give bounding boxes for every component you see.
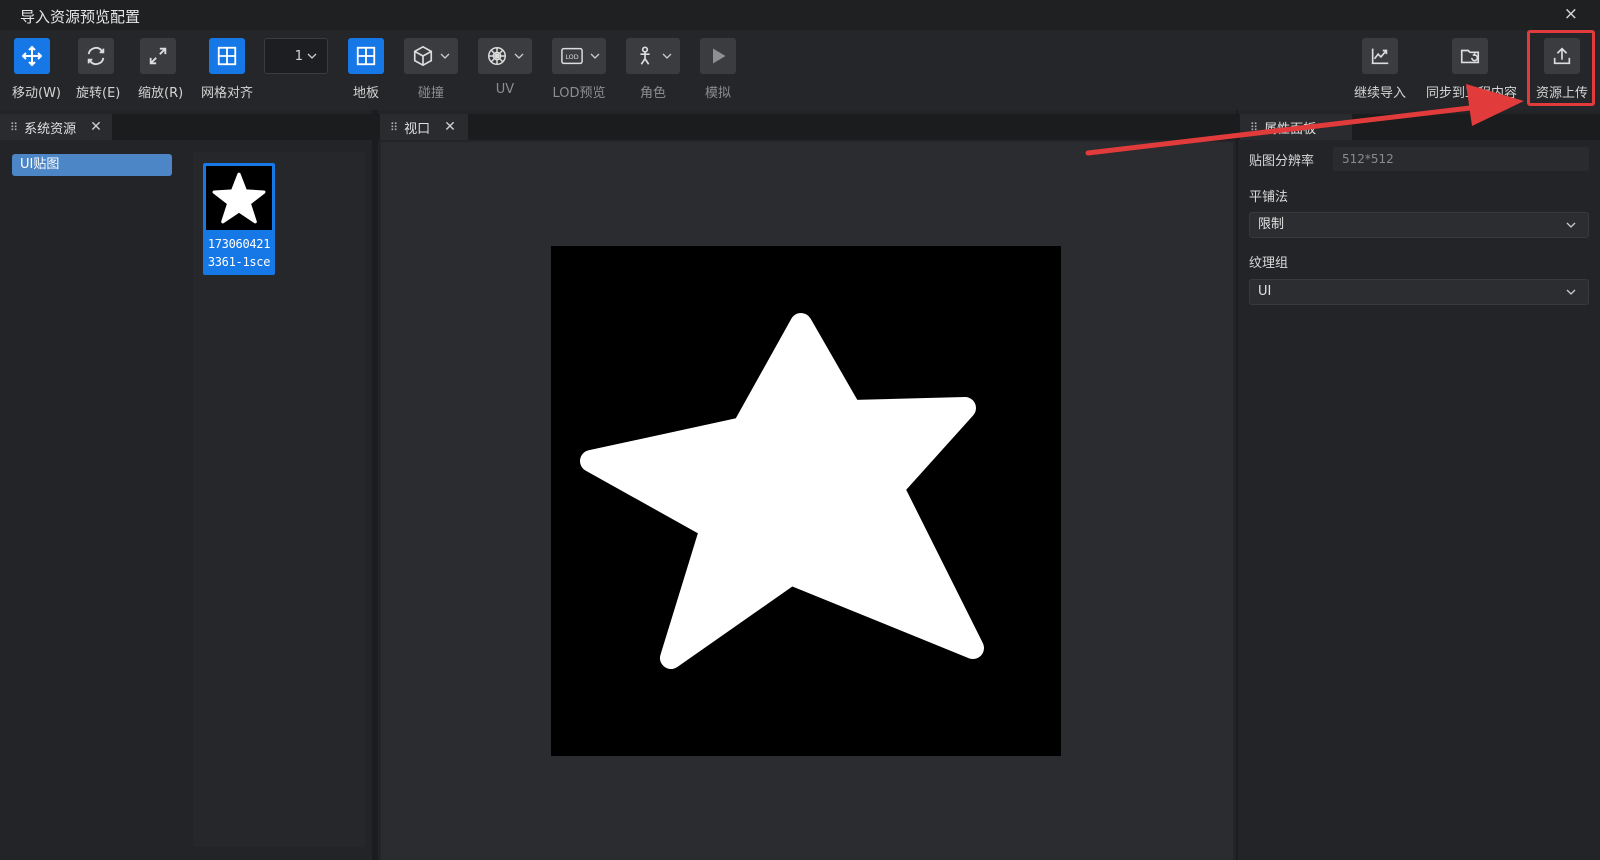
tab-viewport[interactable]: ⠿ 视口 ✕ [380, 114, 468, 140]
lod-icon: LOD [552, 38, 606, 74]
character-label: 角色 [639, 86, 666, 101]
chevron-down-icon [662, 53, 672, 59]
drag-grip-icon[interactable]: ⠿ [10, 121, 18, 134]
scale-tool-label: 缩放(R) [138, 86, 184, 101]
chevron-down-icon [590, 53, 600, 59]
chevron-down-icon [307, 53, 317, 59]
asset-thumbnail[interactable]: 173060421 3361-1sce [203, 163, 275, 275]
rotate-tool-label: 旋转(E) [76, 86, 121, 101]
character-dropdown[interactable]: 角色 [626, 38, 680, 101]
category-ui-texture[interactable]: UI贴图 [12, 154, 172, 176]
tiling-value: 限制 [1258, 217, 1285, 232]
lod-preview-label: LOD预览 [552, 86, 606, 101]
uv-dropdown[interactable]: UV [478, 38, 532, 97]
chevron-down-icon [440, 53, 450, 59]
tab-system-assets-label: 系统资源 [24, 121, 77, 137]
floor-toggle-button[interactable]: 地板 [346, 38, 386, 101]
move-tool-button[interactable]: 移动(W) [12, 38, 61, 101]
texture-group-value: UI [1258, 284, 1272, 299]
uv-label: UV [495, 82, 515, 97]
grid-snap-label: 网格对齐 [200, 86, 253, 101]
tab-viewport-label: 视口 [404, 121, 431, 137]
window-title: 导入资源预览配置 [20, 8, 141, 26]
floor-toggle-label: 地板 [352, 86, 379, 101]
simulate-button[interactable]: 模拟 [698, 38, 738, 101]
tab-properties-label: 属性面板 [1264, 121, 1317, 137]
collision-icon [404, 38, 458, 74]
star-texture-image [580, 313, 984, 669]
rotate-tool-button[interactable]: 旋转(E) [76, 38, 121, 101]
uv-icon [478, 38, 532, 74]
grid-size-select[interactable]: 1 [264, 38, 328, 74]
sync-to-project-button[interactable]: 同步到工程内容 [1426, 38, 1518, 101]
chevron-down-icon [1566, 222, 1576, 228]
lod-preview-dropdown[interactable]: LOD LOD预览 [552, 38, 606, 101]
chevron-down-icon [514, 53, 524, 59]
tiling-select[interactable]: 限制 [1249, 212, 1589, 238]
grid-size-value: 1 [294, 48, 303, 64]
panel-tab-bar [378, 114, 1236, 140]
asset-name-line1: 173060421 [207, 237, 271, 251]
move-tool-label: 移动(W) [12, 86, 61, 101]
scale-tool-button[interactable]: 缩放(R) [138, 38, 184, 101]
continue-import-label: 继续导入 [1353, 86, 1406, 101]
chevron-down-icon [1566, 289, 1576, 295]
resolution-label: 贴图分辨率 [1249, 154, 1315, 169]
sync-to-project-label: 同步到工程内容 [1426, 86, 1518, 101]
character-icon [626, 38, 680, 74]
folder-sync-icon [1452, 38, 1488, 74]
asset-name-line2: 3361-1sce [207, 255, 271, 269]
simulate-label: 模拟 [704, 86, 731, 101]
collision-label: 碰撞 [417, 86, 444, 101]
star-thumbnail-image [206, 166, 272, 230]
tab-system-assets[interactable]: ⠿ 系统资源 ✕ [0, 114, 112, 140]
close-icon[interactable]: × [1564, 4, 1578, 24]
play-icon [700, 38, 736, 74]
chart-import-icon [1362, 38, 1398, 74]
drag-grip-icon[interactable]: ⠿ [390, 121, 398, 134]
import-preview-window: 导入资源预览配置 × 移动(W) 旋转(E) 缩放(R) 网格对齐 1 地板 碰… [0, 0, 1600, 860]
texture-group-select[interactable]: UI [1249, 279, 1589, 305]
drag-grip-icon[interactable]: ⠿ [1250, 121, 1258, 134]
grid-icon [209, 38, 245, 74]
scale-icon [140, 38, 176, 74]
close-icon[interactable]: ✕ [90, 119, 102, 135]
title-bar: 导入资源预览配置 × [0, 0, 1600, 30]
tiling-label: 平铺法 [1249, 190, 1289, 205]
toolbar: 移动(W) 旋转(E) 缩放(R) 网格对齐 1 地板 碰撞 UV LOD LO… [0, 30, 1600, 110]
close-icon[interactable]: ✕ [444, 119, 456, 135]
texture-preview-canvas[interactable] [551, 246, 1061, 756]
collision-dropdown[interactable]: 碰撞 [404, 38, 458, 101]
upload-highlight-box [1527, 30, 1595, 106]
svg-text:LOD: LOD [565, 53, 578, 61]
texture-group-label: 纹理组 [1249, 256, 1289, 271]
continue-import-button[interactable]: 继续导入 [1352, 38, 1408, 101]
rotate-icon [78, 38, 114, 74]
grid-snap-button[interactable]: 网格对齐 [200, 38, 254, 101]
floor-icon [348, 38, 384, 74]
move-icon [14, 38, 50, 74]
tab-properties[interactable]: ⠿ 属性面板 [1240, 114, 1352, 140]
resolution-value: 512*512 [1342, 152, 1394, 166]
